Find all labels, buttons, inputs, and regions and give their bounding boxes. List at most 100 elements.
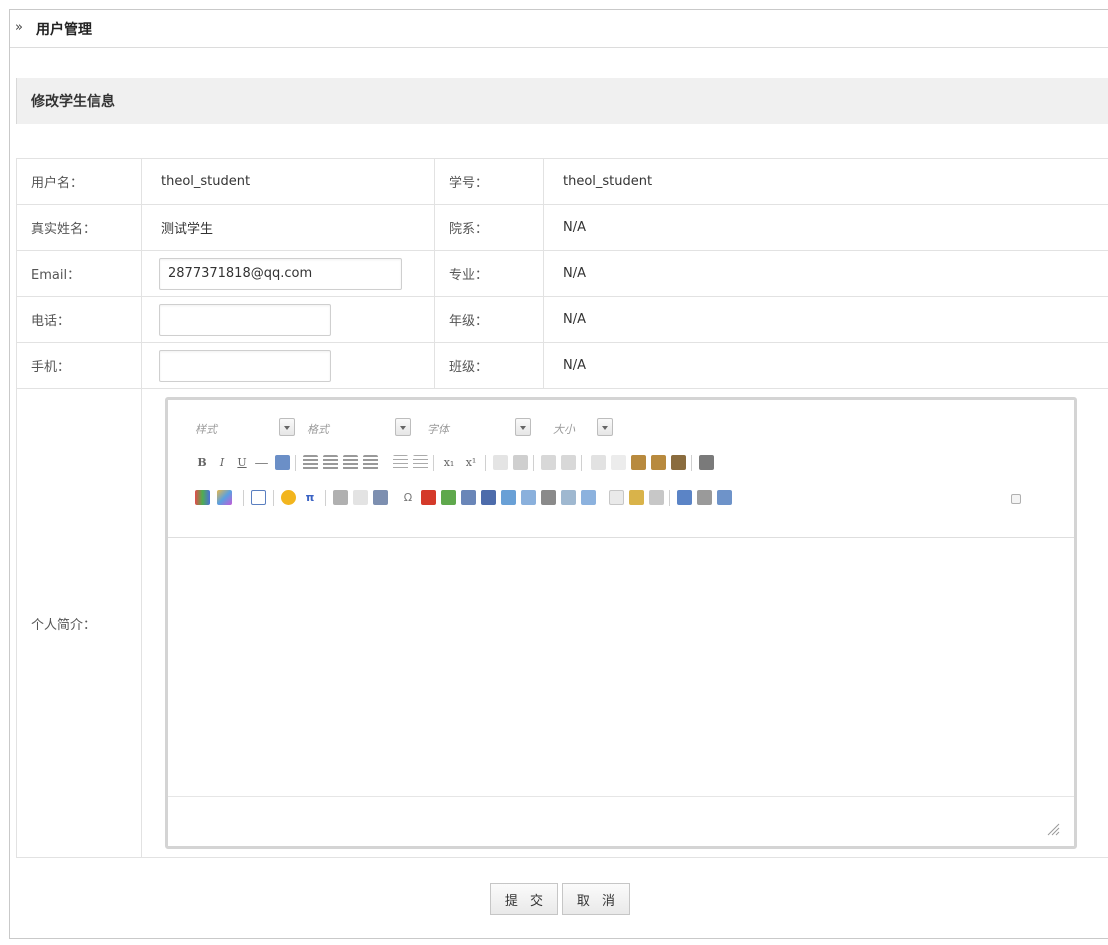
video-icon[interactable] [501, 490, 516, 505]
editor-toolbar: 样式 格式 字体 大小 B I U x₁ x¹ π Ω [168, 400, 1074, 538]
phone-input[interactable] [159, 303, 331, 336]
rich-text-editor: 样式 格式 字体 大小 B I U x₁ x¹ π Ω [165, 397, 1077, 849]
align-left-icon[interactable] [303, 455, 318, 470]
toolbar-divider [273, 490, 274, 506]
phone-label: 电话： [16, 296, 142, 343]
align-center-icon[interactable] [323, 455, 338, 470]
anchor-icon[interactable] [373, 490, 388, 505]
chevron-down-icon [515, 418, 531, 436]
email-label: Email： [16, 250, 142, 297]
grade-label: 年级： [434, 296, 544, 343]
form-row-phone: 电话： 年级： N/A [16, 296, 1108, 343]
image-icon[interactable] [441, 490, 456, 505]
student-id-value: theol_student [543, 158, 1108, 205]
toolbar-divider [669, 490, 670, 506]
find-icon[interactable] [699, 455, 714, 470]
section-header: 修改学生信息 [16, 78, 1108, 124]
select-all-icon[interactable] [649, 490, 664, 505]
form-row-email: Email： 专业： N/A [16, 250, 1108, 297]
chevron-down-icon [279, 418, 295, 436]
major-value: N/A [543, 250, 1108, 297]
ordered-list-icon[interactable] [393, 455, 408, 470]
form-row-username: 用户名： theol_student 学号： theol_student [16, 158, 1108, 205]
mobile-cell [141, 342, 435, 389]
new-page-icon[interactable] [609, 490, 624, 505]
cancel-button[interactable]: 取 消 [562, 883, 630, 915]
paste-word-icon[interactable] [671, 455, 686, 470]
grade-value: N/A [543, 296, 1108, 343]
formula-button[interactable]: π [301, 488, 319, 508]
table-icon[interactable] [251, 490, 266, 505]
align-right-icon[interactable] [343, 455, 358, 470]
clear-format-icon[interactable] [629, 490, 644, 505]
bio-cell: 样式 格式 字体 大小 B I U x₁ x¹ π Ω [141, 388, 1108, 858]
undo-icon[interactable] [541, 455, 556, 470]
bio-label: 个人简介： [16, 388, 142, 858]
bold-button[interactable]: B [195, 453, 209, 473]
username-label: 用户名： [16, 158, 142, 205]
special-char-button[interactable]: Ω [401, 488, 415, 508]
emoticon-icon[interactable] [281, 490, 296, 505]
form-icon[interactable] [521, 490, 536, 505]
department-value: N/A [543, 204, 1108, 251]
email-input[interactable] [159, 257, 402, 290]
section-title: 修改学生信息 [31, 94, 115, 110]
form-row-bio: 个人简介： 样式 格式 字体 大小 B I U x₁ x¹ π Ω [16, 388, 1108, 858]
email-cell [141, 250, 435, 297]
media-icon[interactable] [461, 490, 476, 505]
copy-icon[interactable] [611, 455, 626, 470]
text-color-icon[interactable] [275, 455, 290, 470]
editor-content-area[interactable] [168, 539, 1074, 797]
realname-value: 测试学生 [141, 204, 435, 251]
subscript-button[interactable]: x₁ [441, 453, 457, 473]
italic-button[interactable]: I [215, 453, 229, 473]
redo-icon[interactable] [561, 455, 576, 470]
link-icon[interactable] [333, 490, 348, 505]
preview-icon[interactable] [677, 490, 692, 505]
style-select[interactable]: 样式 [195, 416, 307, 440]
toolbar-divider [581, 455, 582, 471]
paste-text-icon[interactable] [651, 455, 666, 470]
breadcrumb-title: 用户管理 [36, 22, 92, 38]
size-select[interactable]: 大小 [553, 416, 623, 440]
toolbar-divider [691, 455, 692, 471]
chevron-down-icon [597, 418, 613, 436]
text-field-icon[interactable] [541, 490, 556, 505]
student-info-form: 用户名： theol_student 学号： theol_student 真实姓… [16, 158, 1108, 858]
underline-button[interactable]: U [235, 453, 249, 473]
department-label: 院系： [434, 204, 544, 251]
indent-icon[interactable] [513, 455, 528, 470]
background-color-picker-icon[interactable] [217, 490, 232, 505]
document-icon[interactable] [481, 490, 496, 505]
align-justify-icon[interactable] [363, 455, 378, 470]
class-label: 班级： [434, 342, 544, 389]
unordered-list-icon[interactable] [413, 455, 428, 470]
mobile-input[interactable] [159, 349, 331, 382]
template-icon[interactable] [581, 490, 596, 505]
superscript-button[interactable]: x¹ [463, 453, 479, 473]
toolbar-divider [295, 455, 296, 471]
toolbar-divider [433, 455, 434, 471]
paste-icon[interactable] [631, 455, 646, 470]
realname-label: 真实姓名： [16, 204, 142, 251]
toolbar-divider [533, 455, 534, 471]
resize-handle-icon[interactable] [1046, 822, 1060, 836]
flash-icon[interactable] [421, 490, 436, 505]
phone-cell [141, 296, 435, 343]
submit-button[interactable]: 提 交 [490, 883, 558, 915]
cut-icon[interactable] [591, 455, 606, 470]
font-select[interactable]: 字体 [427, 416, 543, 440]
print-icon[interactable] [697, 490, 712, 505]
breadcrumb: » 用户管理 [10, 10, 1108, 48]
source-icon[interactable] [717, 490, 732, 505]
unlink-icon[interactable] [353, 490, 368, 505]
horizontal-rule-icon[interactable] [561, 490, 576, 505]
format-select[interactable]: 格式 [307, 416, 423, 440]
strikethrough-icon[interactable] [255, 463, 268, 464]
student-id-label: 学号： [434, 158, 544, 205]
outdent-icon[interactable] [493, 455, 508, 470]
collapse-toolbar-icon[interactable] [1011, 494, 1021, 504]
mobile-label: 手机： [16, 342, 142, 389]
text-color-picker-icon[interactable] [195, 490, 210, 505]
main-frame: » 用户管理 修改学生信息 用户名： theol_student 学号： the… [9, 9, 1108, 939]
